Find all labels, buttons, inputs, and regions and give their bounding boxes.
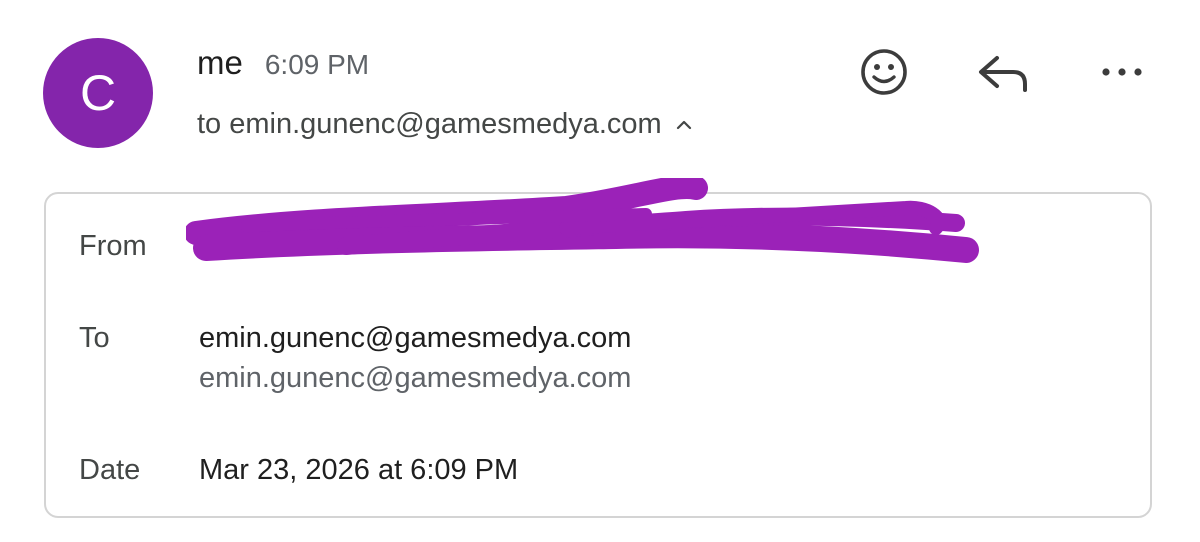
recipient-summary: to emin.gunenc@gamesmedya.com [197, 108, 662, 140]
to-address: emin.gunenc@gamesmedya.com [199, 322, 632, 354]
sent-time: 6:09 PM [264, 49, 370, 80]
message-details-panel: From To emin.gunenc@gamesmedya.com emin.… [44, 178, 1152, 518]
avatar-letter: C [79, 65, 117, 121]
date-label: Date [79, 454, 141, 486]
sender-avatar[interactable]: C [43, 38, 153, 148]
from-label: From [79, 230, 147, 262]
more-options-button[interactable] [1096, 52, 1148, 92]
recipient-toggle[interactable]: to emin.gunenc@gamesmedya.com [197, 108, 692, 141]
emoji-icon [861, 49, 907, 95]
add-reaction-button[interactable] [856, 44, 912, 100]
redaction-scribble [186, 178, 979, 263]
to-address-secondary: emin.gunenc@gamesmedya.com [199, 362, 632, 394]
sender-name: me [197, 44, 243, 81]
date-value: Mar 23, 2026 at 6:09 PM [199, 454, 519, 486]
reply-button[interactable] [974, 48, 1032, 98]
to-label: To [79, 322, 110, 354]
sender-line: me 6:09 PM [197, 44, 369, 82]
chevron-up-icon [676, 119, 692, 131]
reply-icon [979, 56, 1027, 92]
more-options-icon [1102, 68, 1142, 76]
